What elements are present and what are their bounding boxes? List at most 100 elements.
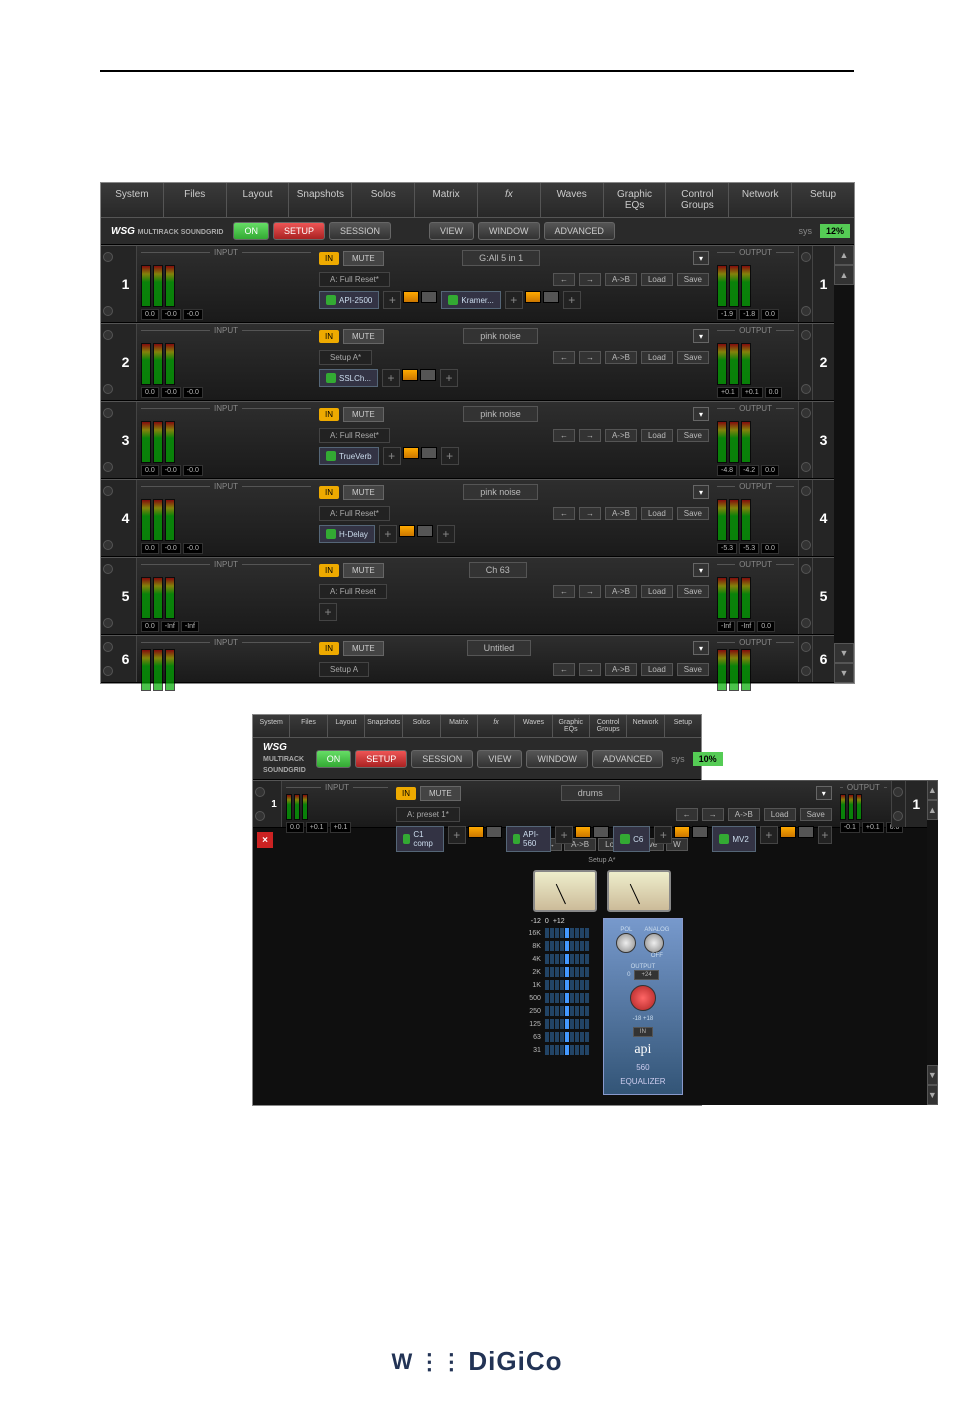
analog-knob[interactable] — [644, 933, 664, 953]
preset-name[interactable]: A: Full Reset* — [319, 506, 390, 521]
eq-slider[interactable] — [565, 928, 569, 938]
preset-name[interactable]: Setup A — [319, 662, 369, 677]
eq-slider[interactable] — [565, 980, 569, 990]
next-preset-button[interactable]: → — [579, 273, 601, 286]
rack-dropdown-icon[interactable]: ▾ — [693, 329, 709, 343]
eq-slider[interactable] — [545, 980, 549, 990]
save-button[interactable]: Save — [800, 808, 832, 821]
eq-slider[interactable] — [575, 1045, 579, 1055]
eq-slider[interactable] — [545, 1045, 549, 1055]
small-menu-system[interactable]: System — [253, 715, 290, 737]
menu-files[interactable]: Files — [164, 183, 227, 217]
plugin-slot[interactable]: SSLCh... — [319, 369, 378, 387]
plugin-in-icon[interactable] — [620, 834, 630, 844]
output-knob[interactable] — [630, 985, 656, 1011]
eq-slider[interactable] — [555, 993, 559, 1003]
eq-slider[interactable] — [585, 954, 589, 964]
eq-slider[interactable] — [570, 993, 574, 1003]
eq-slider[interactable] — [555, 1045, 559, 1055]
eq-slider[interactable] — [585, 980, 589, 990]
eq-slider[interactable] — [555, 967, 559, 977]
add-plugin-button[interactable]: + — [440, 369, 458, 387]
in-button[interactable]: IN — [319, 486, 339, 499]
eq-slider[interactable] — [560, 980, 564, 990]
mute-button[interactable]: MUTE — [343, 641, 384, 656]
eq-slider[interactable] — [545, 967, 549, 977]
small-setup-button[interactable]: SETUP — [355, 750, 407, 768]
eq-slider[interactable] — [580, 1032, 584, 1042]
ab-button[interactable]: A->B — [605, 273, 637, 286]
next-preset-button[interactable]: → — [579, 663, 601, 676]
eq-slider[interactable] — [550, 941, 554, 951]
load-button[interactable]: Load — [641, 507, 673, 520]
scroll-down-icon[interactable]: ▼ — [834, 663, 854, 683]
eq-slider[interactable] — [560, 1045, 564, 1055]
small-menu-control-groups[interactable]: Control Groups — [590, 715, 627, 737]
menu-layout[interactable]: Layout — [227, 183, 290, 217]
mute-button[interactable]: MUTE — [343, 407, 384, 422]
load-button[interactable]: Load — [764, 808, 796, 821]
mute-button[interactable]: MUTE — [343, 251, 384, 266]
rack-dropdown-icon[interactable]: ▾ — [693, 251, 709, 265]
close-button[interactable]: × — [257, 832, 273, 848]
eq-slider[interactable] — [585, 941, 589, 951]
plugin-in-icon[interactable] — [326, 295, 336, 305]
eq-slider[interactable] — [570, 980, 574, 990]
load-button[interactable]: Load — [641, 273, 673, 286]
rack-dropdown-icon[interactable]: ▾ — [816, 786, 832, 800]
eq-slider[interactable] — [585, 993, 589, 1003]
eq-slider[interactable] — [560, 1019, 564, 1029]
eq-slider[interactable] — [555, 1006, 559, 1016]
eq-slider[interactable] — [575, 1006, 579, 1016]
small-scroll-up-icon[interactable]: ▲ — [927, 780, 938, 800]
eq-slider[interactable] — [575, 993, 579, 1003]
rack-name[interactable]: Untitled — [467, 640, 532, 656]
eq-slider[interactable] — [550, 967, 554, 977]
load-button[interactable]: Load — [641, 663, 673, 676]
eq-slider[interactable] — [545, 1006, 549, 1016]
add-slot-button[interactable]: + — [383, 447, 401, 465]
eq-slider[interactable] — [570, 1045, 574, 1055]
small-scroll-down-icon[interactable]: ▼ — [927, 1085, 938, 1105]
eq-slider[interactable] — [580, 1006, 584, 1016]
menu-fx[interactable]: fx — [478, 183, 541, 217]
view-button[interactable]: VIEW — [429, 222, 474, 240]
preset-name[interactable]: A: Full Reset* — [319, 428, 390, 443]
eq-slider[interactable] — [585, 1006, 589, 1016]
menu-system[interactable]: System — [101, 183, 164, 217]
eq-band-row[interactable]: 63 — [521, 1032, 589, 1042]
plugin-in-icon[interactable] — [448, 295, 458, 305]
eq-slider[interactable] — [550, 1006, 554, 1016]
eq-slider[interactable] — [575, 980, 579, 990]
eq-slider[interactable] — [585, 1032, 589, 1042]
eq-slider[interactable] — [565, 954, 569, 964]
preset-name[interactable]: A: Full Reset — [319, 584, 387, 599]
in-button[interactable]: IN — [319, 642, 339, 655]
eq-slider[interactable] — [570, 1032, 574, 1042]
eq-slider[interactable] — [560, 1032, 564, 1042]
prev-preset-button[interactable]: ← — [553, 351, 575, 364]
menu-matrix[interactable]: Matrix — [415, 183, 478, 217]
eq-slider[interactable] — [545, 941, 549, 951]
add-plugin-button[interactable]: + — [441, 447, 459, 465]
prev-preset-button[interactable]: ← — [553, 273, 575, 286]
in-button[interactable]: IN — [319, 408, 339, 421]
eq-slider[interactable] — [565, 993, 569, 1003]
add-slot-button[interactable]: + — [505, 291, 523, 309]
eq-band-row[interactable]: 4K — [521, 954, 589, 964]
eq-slider[interactable] — [550, 954, 554, 964]
eq-slider[interactable] — [575, 1032, 579, 1042]
eq-slider[interactable] — [555, 941, 559, 951]
on-button[interactable]: ON — [233, 222, 269, 240]
eq-slider[interactable] — [570, 1019, 574, 1029]
ab-button[interactable]: A->B — [605, 351, 637, 364]
next-preset-button[interactable]: → — [579, 351, 601, 364]
eq-slider[interactable] — [565, 1019, 569, 1029]
small-advanced-button[interactable]: ADVANCED — [592, 750, 663, 768]
eq-slider[interactable] — [565, 967, 569, 977]
plugin-slot[interactable]: MV2 — [712, 826, 755, 852]
save-button[interactable]: Save — [677, 351, 709, 364]
mute-button[interactable]: MUTE — [343, 563, 384, 578]
menu-network[interactable]: Network — [729, 183, 792, 217]
rack-dropdown-icon[interactable]: ▾ — [693, 485, 709, 499]
